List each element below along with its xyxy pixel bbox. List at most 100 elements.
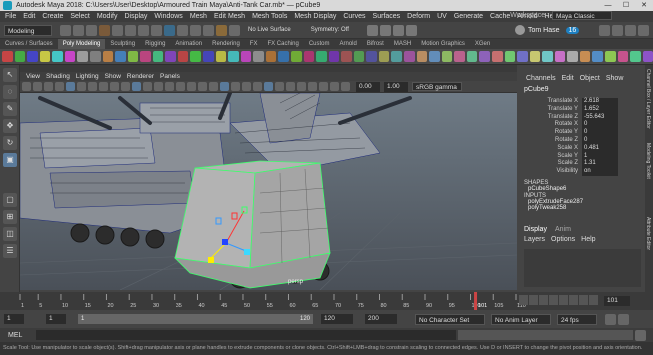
panel-toolbar-24-icon[interactable] [286, 82, 295, 91]
shelf-tab-fx-caching[interactable]: FX Caching [262, 39, 303, 49]
status-tool-8-icon[interactable] [164, 24, 175, 36]
shelf-tool-40-icon[interactable] [504, 51, 516, 62]
shelf-tool-42-icon[interactable] [529, 51, 541, 62]
mel-label[interactable]: MEL [8, 332, 22, 339]
shelf-tool-14-icon[interactable] [177, 51, 189, 62]
shelf-tool-3-icon[interactable] [39, 51, 51, 62]
toggle-tool-settings-icon[interactable] [625, 25, 636, 36]
menu-create[interactable]: Create [42, 13, 63, 20]
menu-surfaces[interactable]: Surfaces [373, 13, 401, 20]
mel-input[interactable] [36, 330, 457, 340]
channel-value[interactable]: 2.618 [582, 98, 618, 106]
menu-cache[interactable]: Cache [490, 13, 510, 20]
shelf-tool-12-icon[interactable] [152, 51, 164, 62]
shelf-tool-30-icon[interactable] [378, 51, 390, 62]
channel-value[interactable]: 0.481 [582, 144, 618, 153]
panel-toolbar-16-icon[interactable] [198, 82, 207, 91]
panel-toolbar-5-icon[interactable] [77, 82, 86, 91]
menu-mesh[interactable]: Mesh [190, 13, 207, 20]
current-frame-marker[interactable] [474, 292, 478, 310]
shelf-tool-8-icon[interactable] [102, 51, 114, 62]
scale-tool-icon[interactable]: ▣ [3, 153, 17, 167]
workspace-dropdown[interactable]: Maya Classic [552, 11, 612, 20]
side-tab-modeling-toolkit[interactable]: Modeling Toolkit [645, 143, 651, 213]
layer-tab-display[interactable]: Display [524, 226, 547, 233]
panel-toolbar-2-icon[interactable] [44, 82, 53, 91]
menu-curves[interactable]: Curves [343, 13, 365, 20]
channel-menu-channels[interactable]: Channels [526, 75, 556, 82]
menu-edit-mesh[interactable]: Edit Mesh [214, 13, 245, 20]
panel-toolbar-22-icon[interactable] [264, 82, 273, 91]
current-frame-field[interactable]: 101 [604, 296, 630, 306]
move-tool-icon[interactable]: ✥ [3, 119, 17, 133]
symmetry-label[interactable]: Symmetry: Off [311, 27, 349, 33]
status-tool-0-icon[interactable] [60, 24, 71, 36]
shelf-tab-rigging[interactable]: Rigging [140, 39, 170, 49]
status-tool-7-icon[interactable] [151, 24, 162, 36]
shelf-tool-39-icon[interactable] [491, 51, 503, 62]
channel-rotate-z[interactable]: Rotate Z 0 [520, 136, 645, 145]
shelf-tool-24-icon[interactable] [303, 51, 315, 62]
shelf-tool-51-icon[interactable] [642, 51, 653, 62]
status-tool-3-icon[interactable] [99, 24, 110, 36]
layer-menu-options[interactable]: Options [551, 236, 575, 243]
panel-toolbar-20-icon[interactable] [242, 82, 251, 91]
shelf-tool-21-icon[interactable] [265, 51, 277, 62]
gamma-field[interactable]: 1.00 [384, 81, 408, 92]
shelf-tool-1-icon[interactable] [14, 51, 26, 62]
shelf-tool-2-icon[interactable] [27, 51, 38, 62]
range-bar[interactable]: 1 120 [78, 314, 313, 324]
panel-toolbar-9-icon[interactable] [121, 82, 130, 91]
shelf-tool-41-icon[interactable] [517, 51, 528, 62]
menu-windows[interactable]: Windows [154, 13, 182, 20]
shelf-tab-arnold[interactable]: Arnold [335, 39, 362, 49]
status-tool-11-icon[interactable] [203, 24, 214, 36]
layer-menu-help[interactable]: Help [581, 236, 595, 243]
channel-translate-y[interactable]: Translate Y 1.652 [520, 105, 645, 114]
menu-generate[interactable]: Generate [454, 13, 483, 20]
time-slider[interactable]: 1 5 10 15 20 25 30 35 40 45 50 55 60 65 70 75 80 85 90 95 10… [0, 292, 653, 310]
shelf-tool-35-icon[interactable] [441, 51, 453, 62]
channel-scale-x[interactable]: Scale X 0.481 [520, 144, 645, 153]
playback-control-6-icon[interactable] [579, 295, 588, 305]
select-tool-icon[interactable]: ↖ [3, 68, 17, 82]
panel-toolbar-12-icon[interactable] [154, 82, 163, 91]
channel-translate-x[interactable]: Translate X 2.618 [520, 98, 645, 106]
object-name[interactable]: pCube9 [520, 85, 645, 94]
shelf-tool-48-icon[interactable] [605, 51, 616, 62]
four-view-layout-icon[interactable]: ⊞ [3, 210, 17, 224]
toggle-channel-box-icon[interactable] [638, 25, 649, 36]
shape-node[interactable]: pCubeShape6 [520, 186, 645, 192]
shelf-tool-28-icon[interactable] [353, 51, 365, 62]
shelf-tool-19-icon[interactable] [240, 51, 252, 62]
paint-select-icon[interactable]: ✎ [3, 102, 17, 116]
panel-menu-shading[interactable]: Shading [46, 73, 70, 80]
character-set-dropdown[interactable]: No Character Set [415, 313, 485, 325]
shelf-tool-26-icon[interactable] [328, 51, 340, 62]
animation-end-field[interactable]: 200 [365, 314, 397, 324]
playback-control-3-icon[interactable] [549, 295, 558, 305]
panel-menu-view[interactable]: View [26, 73, 40, 80]
shelf-tool-18-icon[interactable] [228, 51, 239, 62]
shelf-tool-27-icon[interactable] [341, 51, 352, 62]
user-name[interactable]: Tom Hase [528, 27, 560, 34]
exposure-field[interactable]: 0.00 [356, 81, 380, 92]
channel-menu-edit[interactable]: Edit [562, 75, 574, 82]
panel-toolbar-7-icon[interactable] [99, 82, 108, 91]
menu-file[interactable]: File [5, 13, 16, 20]
shelf-tool-22-icon[interactable] [278, 51, 289, 62]
shelf-tool-10-icon[interactable] [127, 51, 139, 62]
shelf-tab-poly-modeling[interactable]: Poly Modeling [57, 39, 106, 49]
toggle-attribute-editor-icon[interactable] [612, 25, 623, 36]
single-layout-icon[interactable]: ▢ [3, 193, 17, 207]
panel-menu-panels[interactable]: Panels [160, 73, 180, 80]
shelf-tool-34-icon[interactable] [429, 51, 440, 62]
input-node[interactable]: polyTweak258 [520, 205, 645, 211]
colorspace-dropdown[interactable]: sRGB gamma [412, 82, 462, 91]
toggle-modeling-toolkit-icon[interactable] [599, 25, 610, 36]
maximize-button[interactable]: ☐ [617, 0, 635, 11]
panel-toolbar-27-icon[interactable] [319, 82, 328, 91]
shelf-tab-animation[interactable]: Animation [170, 39, 207, 49]
panel-toolbar-11-icon[interactable] [143, 82, 152, 91]
shelf-tool-23-icon[interactable] [290, 51, 302, 62]
